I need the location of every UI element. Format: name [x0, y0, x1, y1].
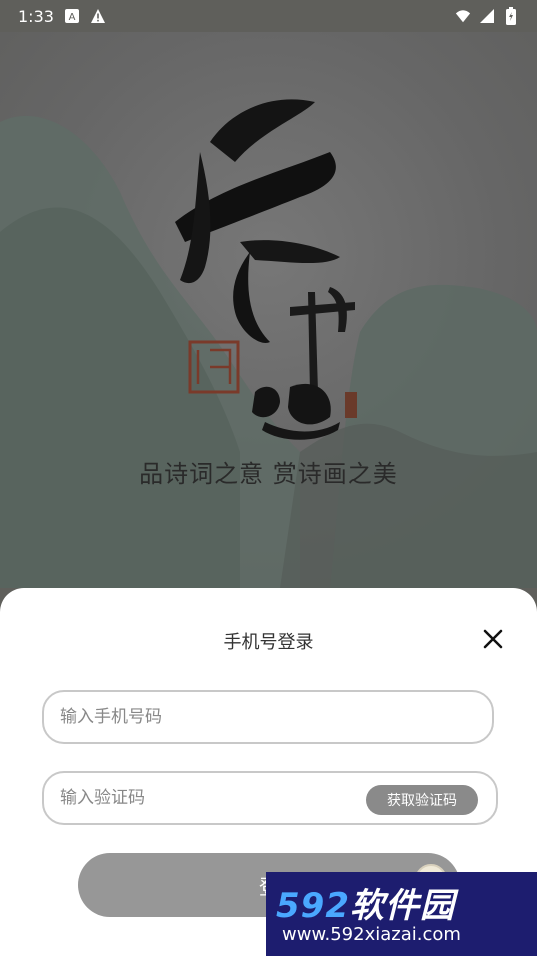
watermark-brand-number: 592: [276, 886, 350, 926]
close-icon: [483, 629, 503, 649]
watermark-url: www.592xiazai.com: [282, 924, 461, 945]
close-button[interactable]: [476, 622, 510, 656]
status-time: 1:33: [18, 6, 54, 26]
sheet-title: 手机号登录: [223, 632, 314, 653]
signal-icon: [479, 8, 495, 24]
status-right: [455, 7, 519, 25]
tagline: 品诗词之意 赏诗画之美: [139, 460, 398, 488]
code-field-container: 获取验证码: [42, 771, 498, 825]
site-watermark: 592软件园 www.592xiazai.com: [266, 872, 537, 956]
svg-text:A: A: [69, 12, 76, 23]
status-left: 1:33 A: [18, 7, 106, 26]
get-code-button[interactable]: 获取验证码: [366, 785, 478, 815]
notification-a-icon: A: [64, 8, 80, 24]
hero-background: 品诗词之意 赏诗画之美: [0, 32, 537, 588]
wifi-icon: [455, 8, 471, 24]
battery-icon: [503, 7, 519, 25]
status-bar: 1:33 A: [0, 0, 537, 32]
watermark-brand-name: 软件园: [349, 886, 455, 926]
phone-field-container: [42, 690, 494, 744]
watermark-brand: 592软件园: [276, 878, 455, 927]
calligraphy-logo: [140, 92, 390, 452]
warning-icon: [90, 8, 106, 24]
phone-input[interactable]: [58, 706, 478, 728]
